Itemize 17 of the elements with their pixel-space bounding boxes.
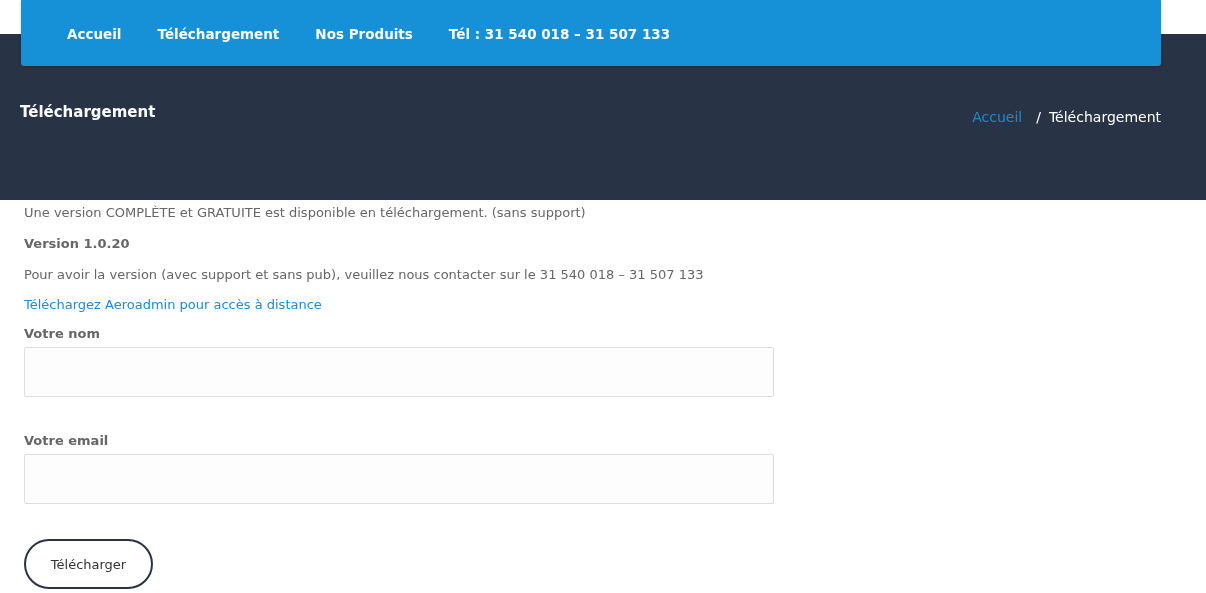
nav-link[interactable]: Téléchargement <box>157 26 280 42</box>
nav-link[interactable]: Tél : 31 540 018 – 31 507 133 <box>448 26 671 42</box>
breadcrumb-link[interactable]: Accueil <box>972 109 1023 125</box>
intro-text: Une version COMPLÈTE et GRATUITE est disponible en téléchargement. (sans support) <box>24 204 587 222</box>
field-label: Votre email <box>24 432 110 450</box>
nav-link[interactable]: Accueil <box>67 26 122 42</box>
breadcrumb-current: Téléchargement <box>1048 109 1161 125</box>
breadcrumb-separator: / <box>1036 109 1041 125</box>
version-text: Version 1.0.20 <box>24 235 131 253</box>
nav-link[interactable]: Nos Produits <box>315 26 413 42</box>
page-title: Téléchargement <box>20 103 156 121</box>
download-link[interactable]: Téléchargez Aeroadmin pour accès à distance <box>24 297 322 312</box>
input-field[interactable] <box>24 454 774 504</box>
download-button[interactable]: Télécharger <box>24 539 153 589</box>
contact-text: Pour avoir la version (avec support et sans pub), veuillez nous contacter sur le 31 540 018 – 31 507 133 <box>24 266 705 284</box>
input-field[interactable] <box>24 347 774 397</box>
field-label: Votre nom <box>24 325 101 343</box>
